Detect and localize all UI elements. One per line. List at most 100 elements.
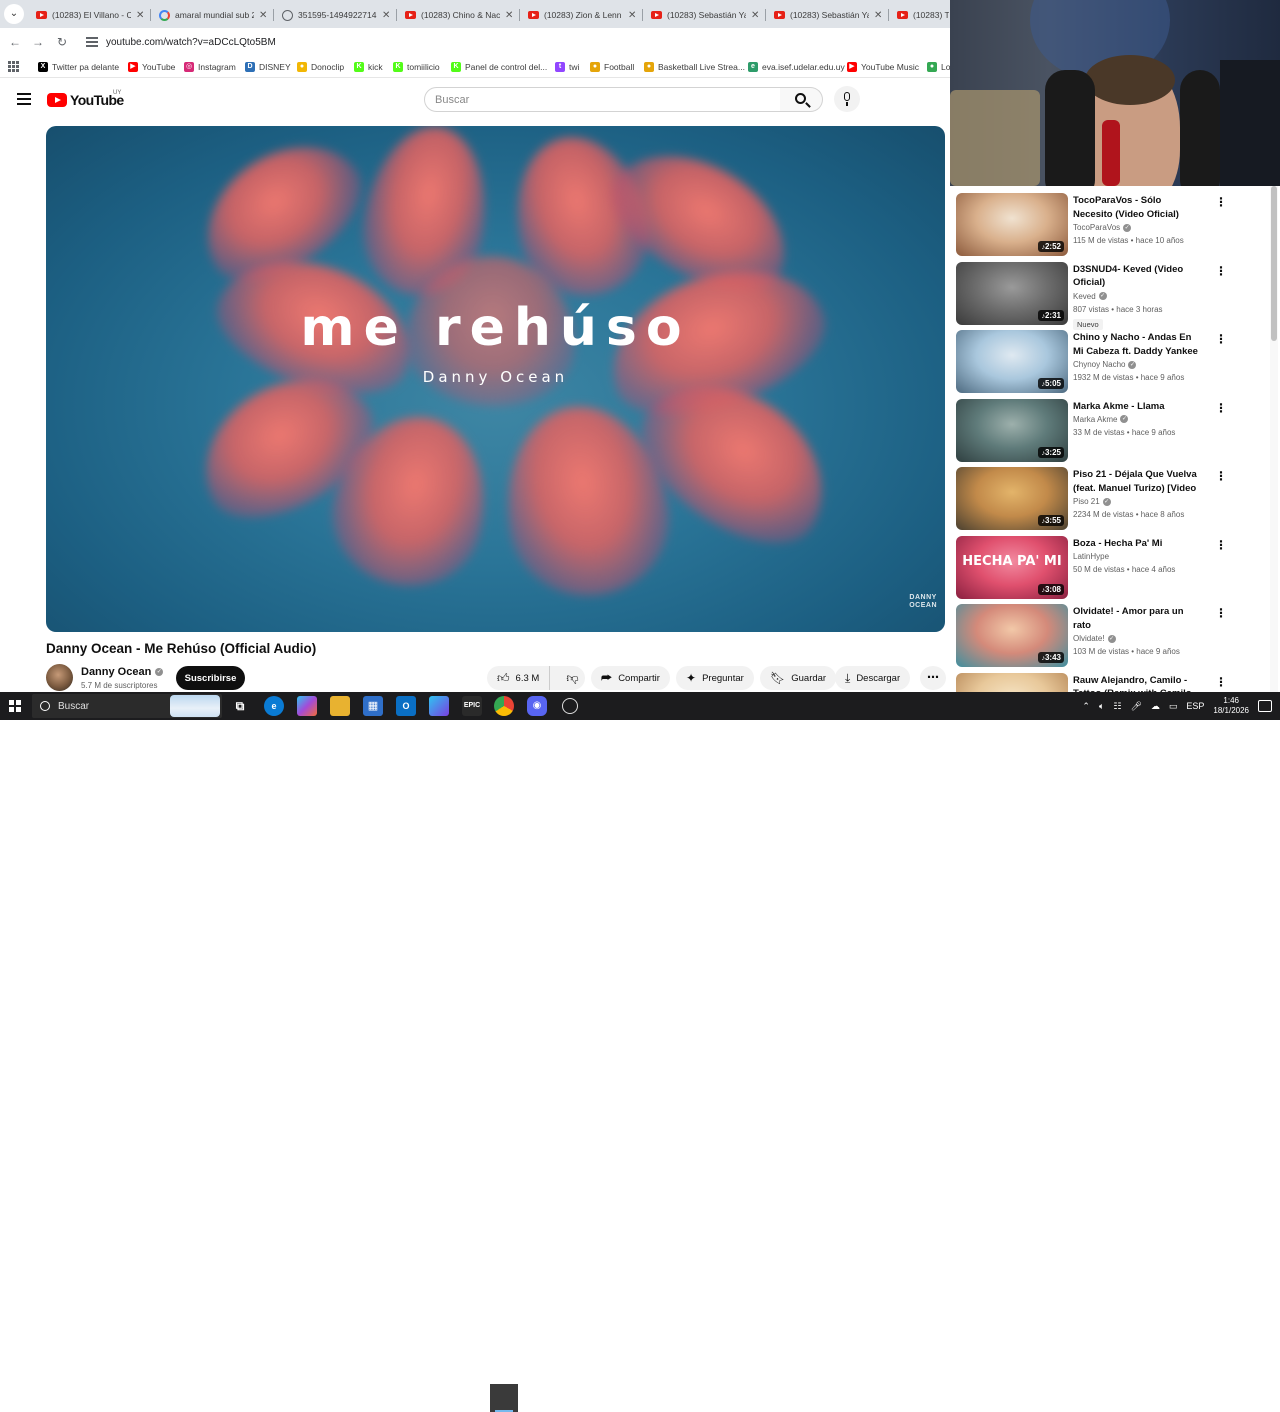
bookmark-item[interactable]: ● Donoclip xyxy=(297,60,344,74)
download-button[interactable]: ⤓ Descargar xyxy=(835,666,911,690)
apps-grid-icon[interactable] xyxy=(8,61,19,72)
video-channel[interactable]: Keved ✓ xyxy=(1073,292,1107,301)
edge-browser-icon[interactable]: e xyxy=(264,696,284,716)
video-channel[interactable]: Olvidate! ✓ xyxy=(1073,634,1116,643)
notification-icon[interactable] xyxy=(1258,700,1272,712)
site-info-icon[interactable] xyxy=(86,36,98,48)
bookmark-item[interactable]: ▶ YouTube Music xyxy=(847,60,919,74)
browser-tab[interactable]: (10283) El Villano - Ch ✕ xyxy=(28,4,150,26)
dislike-button[interactable]: 👎︎ xyxy=(556,666,588,690)
chrome-icon[interactable] xyxy=(494,696,514,716)
video-thumbnail[interactable]: 2:52 xyxy=(956,193,1068,256)
recommended-video[interactable]: 2:31D3SNUD4- Keved (Video Oficial) Keved✓… xyxy=(956,261,1274,330)
video-thumbnail[interactable]: 3:43 xyxy=(956,604,1068,667)
browser-tab[interactable]: (10283) Chino & Nac ✕ xyxy=(397,4,519,26)
more-options-icon[interactable]: ⋮ xyxy=(1214,469,1228,485)
reload-icon[interactable]: ↻ xyxy=(54,34,70,50)
bookmark-item[interactable]: ◎ Instagram xyxy=(184,60,236,74)
bookmark-item[interactable]: t twi xyxy=(555,60,579,74)
bookmark-item[interactable]: e eva.isef.udelar.edu.uy xyxy=(748,60,845,74)
browser-tab[interactable]: 351595-1494922714. ✕ xyxy=(274,4,396,26)
video-channel[interactable]: Marka Akme ✓ xyxy=(1073,415,1129,424)
video-channel[interactable]: TocoParaVos ✓ xyxy=(1073,223,1132,232)
video-thumbnail[interactable]: 3:55 xyxy=(956,467,1068,530)
tab-close-icon[interactable]: ✕ xyxy=(505,10,519,21)
like-button[interactable]: 👍︎ 6.3 M xyxy=(487,666,551,690)
tab-close-icon[interactable]: ✕ xyxy=(628,10,642,21)
browser-tab[interactable]: amaral mundial sub 2 ✕ xyxy=(151,4,273,26)
forward-arrow-icon[interactable]: → xyxy=(30,34,46,50)
more-options-icon[interactable]: ⋮ xyxy=(1214,264,1228,280)
bookmark-item[interactable]: D DISNEY xyxy=(245,60,291,74)
video-title[interactable]: Boza - Hecha Pa' Mi xyxy=(1073,537,1203,551)
share-button[interactable]: ⮫ Compartir xyxy=(591,666,670,690)
recommended-video[interactable]: 3:43 Olvidate! - Amor para un rato Olvidat… xyxy=(956,604,1274,668)
language-indicator[interactable]: ESP xyxy=(1186,701,1204,711)
bookmark-item[interactable]: ▶ YouTube xyxy=(128,60,175,74)
more-options-icon[interactable]: ⋮ xyxy=(1214,401,1228,417)
video-thumbnail[interactable]: 2:31 xyxy=(956,261,1068,325)
microphone-tray-icon[interactable]: 🎤︎ xyxy=(1130,701,1141,712)
browser-tab[interactable]: (10283) Sebastián Ya ✕ xyxy=(766,4,888,26)
more-options-icon[interactable]: ⋮ xyxy=(1214,606,1228,622)
bookmark-item[interactable]: X Twitter pa delante xyxy=(38,60,119,74)
bookmark-item[interactable]: ● Lo xyxy=(927,60,950,74)
video-channel[interactable]: Chynoy Nacho ✓ xyxy=(1073,360,1137,369)
browser-tab[interactable]: (10283) Sebastián Ya ✕ xyxy=(643,4,765,26)
video-title[interactable]: Piso 21 - Déjala Que Vuelva (feat. Manue… xyxy=(1073,468,1203,495)
subscribe-button[interactable]: Suscribirse xyxy=(176,666,245,690)
onedrive-icon[interactable]: ☁ xyxy=(1151,701,1160,712)
browser-tab[interactable]: (10283) Te R✕ xyxy=(889,4,949,26)
scrollbar-thumb[interactable] xyxy=(1271,186,1277,341)
bookmark-item[interactable]: K Panel de control del... xyxy=(451,60,547,74)
tray-chevron-icon[interactable]: ⌃ xyxy=(1082,701,1090,712)
channel-avatar[interactable] xyxy=(46,664,73,691)
network-icon[interactable]: ☷ xyxy=(1113,701,1121,712)
video-thumbnail[interactable] xyxy=(956,672,1068,692)
video-title[interactable]: TocoParaVos - Sólo Necesito (Video Ofici… xyxy=(1073,194,1203,221)
recommended-video[interactable]: Rauw Alejandro, Camilo - Tattoo (Remix w… xyxy=(956,672,1274,692)
discord-icon[interactable]: ◉ xyxy=(527,696,547,716)
speaker-icon[interactable]: 🔈︎ xyxy=(1099,701,1104,712)
bookmark-item[interactable]: Kkick xyxy=(354,60,383,74)
microsoft-store-icon[interactable]: ▦ xyxy=(363,696,383,716)
video-channel[interactable]: LatinHype xyxy=(1073,552,1109,561)
voice-search-button[interactable] xyxy=(834,86,860,112)
ask-button[interactable]: ✦ Preguntar xyxy=(676,666,754,690)
hamburger-menu-icon[interactable] xyxy=(17,93,31,105)
bookmark-item[interactable]: ● Football xyxy=(590,60,634,74)
video-title[interactable]: D3SNUD4- Keved (Video Oficial) xyxy=(1073,263,1203,290)
clock[interactable]: 1:46 18/1/2026 xyxy=(1213,696,1249,716)
browser-tab[interactable]: (10283) Zion & Lenn ✕ xyxy=(520,4,642,26)
game-app-icon[interactable] xyxy=(429,696,449,716)
battery-icon[interactable]: ▭ xyxy=(1169,701,1178,712)
address-bar[interactable]: youtube.com/watch?v=aDCcLQto5BM xyxy=(78,31,943,53)
recommended-video[interactable]: 5:05 Chino y Nacho - Andas En Mi Cabeza f… xyxy=(956,330,1274,394)
back-arrow-icon[interactable]: ← xyxy=(7,34,23,50)
tab-close-icon[interactable]: ✕ xyxy=(382,10,396,21)
task-view-icon[interactable]: ⧉ xyxy=(230,696,250,716)
recommended-video[interactable]: 3:55 Piso 21 - Déjala Que Vuelva (feat. M… xyxy=(956,467,1274,531)
video-thumbnail[interactable]: HECHA PA' MI 3:08 xyxy=(956,535,1068,599)
channel-name-link[interactable]: Danny Ocean ✓ xyxy=(81,666,164,678)
epic-games-icon[interactable]: EPIC xyxy=(462,696,482,716)
video-thumbnail[interactable]: 3:25 xyxy=(956,398,1068,462)
tab-close-icon[interactable]: ✕ xyxy=(136,10,150,21)
video-title[interactable]: Marka Akme - Llama xyxy=(1073,400,1203,414)
search-input[interactable]: Buscar xyxy=(424,87,781,112)
recommended-video[interactable]: 2:52 TocoParaVos - Sólo Necesito (Video O… xyxy=(956,193,1274,257)
more-options-icon[interactable]: ⋮ xyxy=(1214,332,1228,348)
search-button[interactable] xyxy=(780,87,823,112)
video-title[interactable]: Chino y Nacho - Andas En Mi Cabeza ft. D… xyxy=(1073,331,1203,358)
video-thumbnail[interactable]: 5:05 xyxy=(956,330,1068,393)
file-explorer-icon[interactable] xyxy=(330,696,350,716)
recommended-video[interactable]: 3:25 Marka Akme - LlamaMarka Akme✓ 33 M de… xyxy=(956,398,1274,463)
more-options-icon[interactable]: ⋮ xyxy=(1214,675,1228,691)
save-button[interactable]: 🔖︎ Guardar xyxy=(760,666,837,690)
obs-icon[interactable] xyxy=(562,698,578,714)
video-channel[interactable]: Piso 21 ✓ xyxy=(1073,497,1111,506)
tab-search-chevron-icon[interactable]: ⌄ xyxy=(4,4,24,24)
outlook-icon[interactable]: O xyxy=(396,696,416,716)
recommended-video[interactable]: HECHA PA' MI 3:08 Boza - Hecha Pa' MiLatin… xyxy=(956,535,1274,600)
tab-close-icon[interactable]: ✕ xyxy=(751,10,765,21)
